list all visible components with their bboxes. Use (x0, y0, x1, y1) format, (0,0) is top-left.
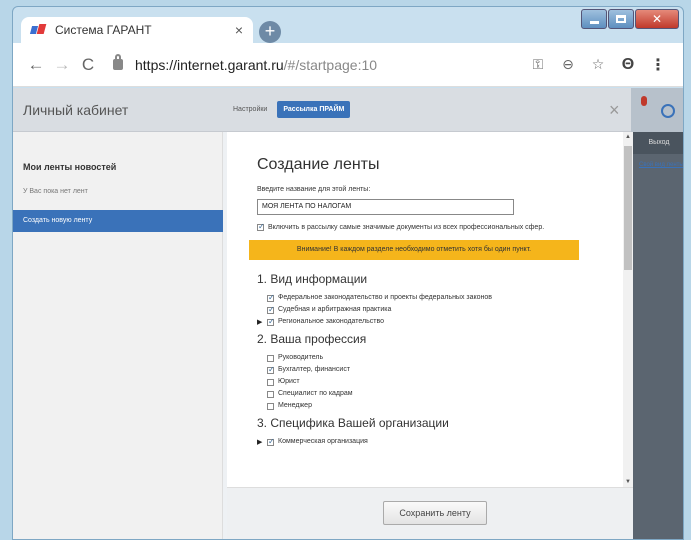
sidebar-empty-text: У Вас пока нет лент (23, 188, 88, 195)
page-title: Личный кабинет (23, 101, 129, 118)
history-icon[interactable] (661, 104, 675, 118)
option-checkbox[interactable] (267, 365, 275, 374)
section-title: 2. Ваша профессия (257, 331, 367, 346)
option-checkbox[interactable] (267, 390, 274, 398)
site-header: Личный кабинет Настройки Рассылка ПРАЙМ … (13, 88, 683, 132)
forward-icon[interactable]: → (49, 55, 75, 75)
tab-settings[interactable]: Настройки (233, 106, 267, 113)
scroll-up-icon[interactable]: ▲ (623, 134, 633, 140)
create-feed-button[interactable]: Создать новую ленту (13, 210, 223, 232)
notification-icon[interactable] (641, 96, 647, 106)
bookmark-star-icon[interactable]: ☆ (583, 56, 613, 73)
url-host: https://internet.garant.ru (135, 56, 284, 73)
option-row[interactable]: Менеджер (267, 402, 621, 410)
option-checkbox[interactable] (267, 354, 274, 362)
browser-window: ✕ Система ГАРАНТ × + ← → C https://inter… (12, 6, 684, 540)
exit-button[interactable]: Выход (633, 132, 683, 154)
option-row[interactable]: Бухгалтер, финансист (267, 365, 621, 374)
expand-arrow-icon[interactable]: ▶ (257, 318, 267, 326)
option-row[interactable]: ▶ Региональное законодательство (257, 317, 621, 326)
close-icon[interactable]: × (609, 100, 620, 121)
scroll-down-icon[interactable]: ▼ (623, 479, 633, 485)
option-row[interactable]: Судебная и арбитражная практика (267, 305, 621, 314)
option-label: Юрист (278, 377, 300, 385)
scroll-thumb[interactable] (624, 146, 632, 270)
option-label: Специалист по кадрам (278, 389, 353, 397)
key-icon[interactable]: ⚿ (523, 56, 553, 73)
option-label: Региональное законодательство (278, 317, 385, 325)
sidebar: Мои ленты новостей У Вас пока нет лент С… (13, 132, 223, 539)
expand-arrow-icon[interactable]: ▶ (257, 438, 267, 446)
page: Личный кабинет Настройки Рассылка ПРАЙМ … (13, 88, 683, 539)
feed-name-label: Введите название для этой ленты: (257, 186, 371, 193)
consent-label: Включить в рассылку самые значимые докум… (268, 223, 545, 231)
option-row[interactable]: Специалист по кадрам (267, 390, 621, 398)
feed-form-panel: Создание ленты Введите название для этой… (227, 132, 633, 539)
form-footer: Сохранить ленту (227, 487, 633, 539)
browser-tab[interactable]: Система ГАРАНТ × (21, 17, 253, 43)
option-label: Менеджер (278, 401, 312, 409)
new-tab-button[interactable]: + (259, 21, 281, 43)
header-right-strip (631, 88, 683, 132)
option-label: Судебная и арбитражная практика (278, 305, 392, 313)
option-label: Бухгалтер, финансист (278, 365, 351, 373)
tab-close-icon[interactable]: × (235, 22, 243, 38)
section-title: 1. Вид информации (257, 271, 368, 286)
reload-icon[interactable]: C (75, 55, 101, 75)
sidebar-heading: Мои ленты новостей (23, 162, 117, 172)
option-row[interactable]: Руководитель (267, 354, 621, 362)
option-checkbox[interactable] (267, 293, 275, 302)
option-label: Руководитель (278, 353, 324, 361)
tab-strip: Система ГАРАНТ × + (13, 7, 683, 43)
warning-banner: Внимание! В каждом разделе необходимо от… (249, 239, 579, 260)
option-row[interactable]: Юрист (267, 378, 621, 386)
option-row[interactable]: ▶ Коммерческая организация (257, 437, 621, 446)
address-bar[interactable]: https://internet.garant.ru/#/startpage:1… (113, 54, 523, 73)
menu-icon[interactable]: ⋮ (643, 55, 673, 75)
consent-row[interactable]: Включить в рассылку самые значимые докум… (257, 222, 567, 232)
option-row[interactable]: Федеральное законодательство и проекты ф… (267, 293, 621, 302)
option-checkbox[interactable] (267, 402, 274, 410)
url-path: /#/startpage:10 (283, 56, 378, 73)
option-checkbox[interactable] (267, 317, 275, 326)
option-label: Федеральное законодательство и проекты ф… (278, 293, 493, 301)
form-scroll-area: Создание ленты Введите название для этой… (227, 132, 621, 487)
option-checkbox[interactable] (267, 305, 275, 314)
garant-favicon-icon (31, 24, 47, 36)
browser-toolbar: ← → C https://internet.garant.ru/#/start… (13, 43, 683, 87)
form-title: Создание ленты (257, 156, 380, 173)
consent-checkbox[interactable] (257, 222, 265, 231)
tab-mailing-prime[interactable]: Рассылка ПРАЙМ (277, 101, 351, 118)
zoom-icon[interactable]: ⊖ (553, 56, 583, 73)
option-label: Коммерческая организация (278, 437, 368, 445)
right-panel: Выход Свой вид ленты (633, 132, 683, 539)
section-title: 3. Специфика Вашей организации (257, 415, 449, 430)
option-checkbox[interactable] (267, 437, 275, 446)
option-checkbox[interactable] (267, 378, 274, 386)
tab-title: Система ГАРАНТ (55, 23, 152, 37)
lock-icon (113, 54, 123, 70)
save-feed-button[interactable]: Сохранить ленту (383, 501, 487, 525)
feed-name-input[interactable] (257, 198, 514, 215)
account-icon[interactable]: Θ (613, 56, 643, 74)
back-icon[interactable]: ← (23, 55, 49, 75)
scrollbar[interactable]: ▲ ▼ (623, 132, 633, 487)
custom-view-link[interactable]: Свой вид ленты (639, 162, 683, 168)
